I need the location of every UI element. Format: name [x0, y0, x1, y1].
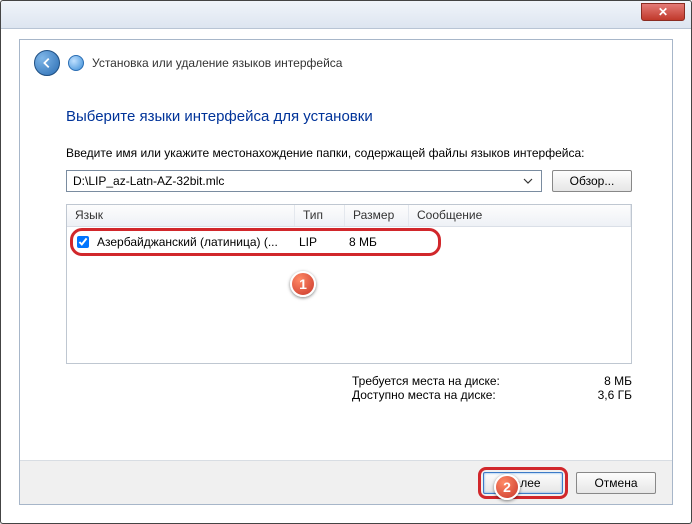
disk-info: Требуется места на диске: 8 МБ Доступно м… — [66, 374, 632, 402]
content: Выберите языки интерфейса для установки … — [20, 86, 672, 412]
chevron-down-icon — [523, 175, 533, 189]
close-icon: ✕ — [658, 5, 668, 19]
header-title: Установка или удаление языков интерфейса — [92, 56, 342, 70]
close-button[interactable]: ✕ — [641, 3, 685, 21]
col-size[interactable]: Размер — [345, 205, 409, 226]
cell-type: LIP — [299, 235, 349, 249]
wizard-panel: Установка или удаление языков интерфейса… — [19, 39, 673, 505]
annotation-highlight-2: Далее — [478, 467, 568, 499]
instruction-text: Введите имя или укажите местонахождение … — [66, 145, 632, 162]
col-language[interactable]: Язык — [67, 205, 295, 226]
row-checkbox[interactable] — [77, 236, 89, 248]
available-space-label: Доступно места на диске: — [352, 388, 542, 402]
arrow-left-icon — [40, 56, 54, 70]
required-space-value: 8 МБ — [572, 374, 632, 388]
path-value: D:\LIP_az-Latn-AZ-32bit.mlc — [73, 174, 224, 188]
row-checkbox-cell — [73, 236, 93, 248]
titlebar: ✕ — [1, 1, 691, 29]
table-header: Язык Тип Размер Сообщение — [67, 205, 631, 227]
cell-size: 8 МБ — [349, 235, 413, 249]
annotation-highlight-1: Азербайджанский (латиница) (... LIP 8 МБ — [70, 228, 441, 256]
cancel-button[interactable]: Отмена — [576, 472, 656, 494]
col-type[interactable]: Тип — [295, 205, 345, 226]
annotation-marker-1: 1 — [290, 271, 316, 297]
path-row: D:\LIP_az-Latn-AZ-32bit.mlc Обзор... — [66, 170, 632, 192]
page-heading: Выберите языки интерфейса для установки — [66, 108, 632, 125]
browse-button[interactable]: Обзор... — [552, 170, 632, 192]
path-combobox[interactable]: D:\LIP_az-Latn-AZ-32bit.mlc — [66, 170, 542, 192]
window: ✕ Установка или удаление языков интерфей… — [0, 0, 692, 524]
annotation-marker-2: 2 — [494, 474, 520, 500]
language-table: Язык Тип Размер Сообщение Азербайджански… — [66, 204, 632, 364]
back-button[interactable] — [34, 50, 60, 76]
table-row[interactable]: Азербайджанский (латиница) (... LIP 8 МБ — [73, 233, 438, 251]
footer: Далее Отмена — [20, 460, 672, 504]
globe-icon — [68, 55, 84, 71]
cell-language: Азербайджанский (латиница) (... — [93, 235, 299, 249]
available-space-value: 3,6 ГБ — [572, 388, 632, 402]
required-space-label: Требуется места на диске: — [352, 374, 542, 388]
col-message[interactable]: Сообщение — [409, 205, 631, 226]
header: Установка или удаление языков интерфейса — [20, 40, 672, 86]
